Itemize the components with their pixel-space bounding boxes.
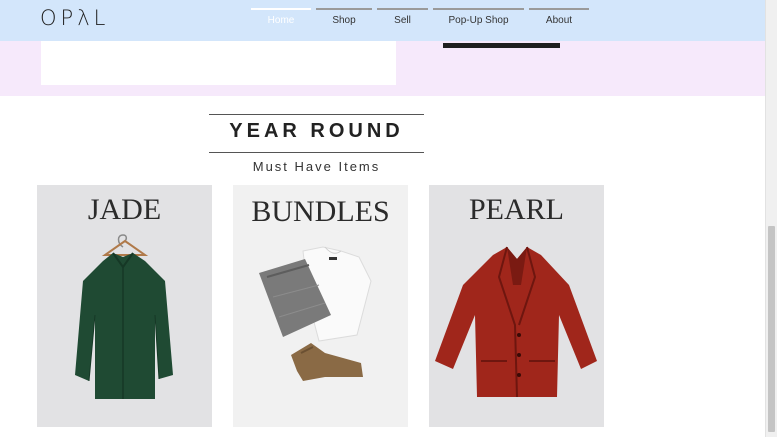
hero-dark-bar bbox=[443, 43, 560, 48]
nav-sell[interactable]: Sell bbox=[377, 0, 428, 41]
nav-sell-label: Sell bbox=[394, 15, 411, 26]
nav-about[interactable]: About bbox=[529, 0, 589, 41]
section-title: YEAR ROUND bbox=[229, 120, 404, 142]
nav-home-indicator bbox=[251, 8, 311, 10]
nav-popup-shop-label: Pop-Up Shop bbox=[448, 15, 509, 26]
card-title-jade: JADE bbox=[87, 193, 162, 226]
card-title-bundles: BUNDLES bbox=[251, 195, 390, 228]
nav-about-indicator bbox=[529, 8, 589, 10]
section-subtitle: Must Have Items bbox=[252, 159, 381, 174]
nav-about-label: About bbox=[545, 15, 573, 26]
product-card-jade[interactable]: JADE bbox=[37, 185, 212, 427]
scrollbar-thumb[interactable] bbox=[768, 226, 775, 432]
nav-popup-shop-indicator bbox=[433, 8, 524, 10]
product-card-bundles[interactable]: BUNDLES bbox=[233, 185, 408, 427]
section-top-rule bbox=[209, 114, 424, 115]
nav-shop[interactable]: Shop bbox=[316, 0, 372, 41]
nav-sell-indicator bbox=[377, 8, 428, 10]
site-logo[interactable]: OPλL bbox=[40, 6, 109, 30]
nav-shop-label: Shop bbox=[332, 15, 356, 26]
nav-shop-indicator bbox=[316, 8, 372, 10]
top-navigation-bar: OPλL Home Shop Sell Pop-Up Shop About bbox=[0, 0, 765, 41]
section-bottom-rule bbox=[209, 152, 424, 153]
product-card-pearl[interactable]: PEARL bbox=[429, 185, 604, 427]
nav-home-label: Home bbox=[267, 15, 295, 26]
nav-home[interactable]: Home bbox=[251, 0, 311, 41]
hero-white-panel bbox=[41, 41, 396, 85]
page-scrollbar[interactable] bbox=[765, 0, 777, 437]
nav-popup-shop[interactable]: Pop-Up Shop bbox=[433, 0, 524, 41]
card-title-pearl: PEARL bbox=[468, 193, 564, 226]
